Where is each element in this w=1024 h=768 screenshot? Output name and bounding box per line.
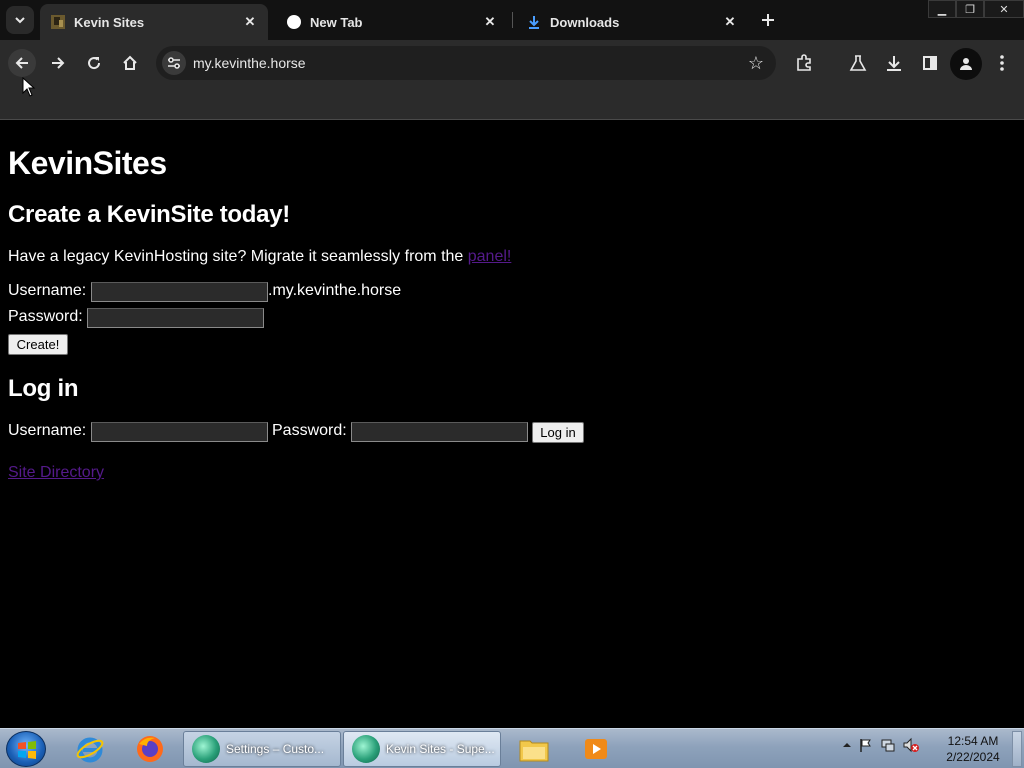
menu-button[interactable] xyxy=(990,51,1014,75)
windows-logo-icon xyxy=(18,741,36,759)
edge-dev-icon xyxy=(352,735,380,763)
home-icon xyxy=(123,55,137,70)
system-clock[interactable]: 12:54 AM 2/22/2024 xyxy=(940,733,1006,765)
tab-title: New Tab xyxy=(310,14,363,30)
tab-title: Downloads xyxy=(550,14,620,30)
taskbar-task[interactable]: Settings – Custo... xyxy=(183,731,341,767)
folder-icon xyxy=(519,740,549,762)
migrate-text: Have a legacy KevinHosting site? Migrate… xyxy=(8,248,468,265)
tab-kevin-sites[interactable]: Kevin Sites ✕ xyxy=(40,4,268,40)
kevin-sites-favicon xyxy=(51,15,65,29)
edge-dev-icon xyxy=(192,735,220,763)
clock-date: 2/22/2024 xyxy=(946,750,1000,764)
puzzle-icon xyxy=(797,54,811,71)
login-heading: Log in xyxy=(8,375,79,402)
system-tray xyxy=(842,737,920,753)
taskbar-firefox[interactable] xyxy=(124,731,176,767)
tab-downloads[interactable]: Downloads ✕ xyxy=(516,4,748,40)
windows-taskbar: Settings – Custo... Kevin Sites - Supe..… xyxy=(0,728,1024,768)
login-password-input[interactable] xyxy=(351,422,528,442)
volume-muted-icon[interactable] xyxy=(902,737,920,753)
tab-new-tab[interactable]: New Tab ✕ xyxy=(276,4,508,40)
labs-button[interactable] xyxy=(846,51,870,75)
browser-toolbar: my.kevinthe.horse ☆ xyxy=(0,40,1024,86)
internet-explorer-icon xyxy=(76,737,104,763)
more-vert-icon xyxy=(1000,55,1004,71)
create-password-input[interactable] xyxy=(87,308,264,328)
side-panel-icon xyxy=(923,56,937,70)
new-tab-button[interactable] xyxy=(756,8,780,32)
task-label: Kevin Sites - Supe... xyxy=(386,742,495,756)
create-heading: Create a KevinSite today! xyxy=(8,201,290,228)
task-label: Settings – Custo... xyxy=(226,742,325,756)
mouse-cursor-icon xyxy=(22,77,36,97)
start-button[interactable] xyxy=(6,731,46,767)
taskbar-media-player[interactable] xyxy=(570,731,622,767)
taskbar-task[interactable]: Kevin Sites - Supe... xyxy=(343,731,501,767)
side-panel-button[interactable] xyxy=(918,51,942,75)
show-hidden-icons-icon[interactable] xyxy=(842,740,852,750)
clock-time: 12:54 AM xyxy=(947,734,999,748)
address-bar[interactable]: my.kevinthe.horse ☆ xyxy=(156,46,776,80)
login-username-input[interactable] xyxy=(91,422,268,442)
create-password-label: Password: xyxy=(8,308,83,325)
bookmarks-bar xyxy=(0,86,1024,120)
tab-title: Kevin Sites xyxy=(74,14,145,30)
taskbar-ie[interactable] xyxy=(64,731,116,767)
restore-button[interactable]: ❐ xyxy=(956,0,984,18)
login-password-label: Password: xyxy=(272,422,347,439)
download-icon xyxy=(887,56,901,71)
site-title: KevinSites xyxy=(8,145,167,181)
taskbar-explorer[interactable] xyxy=(508,731,560,767)
close-tab-icon[interactable]: ✕ xyxy=(480,12,500,32)
site-info-button[interactable] xyxy=(162,51,186,75)
close-tab-icon[interactable]: ✕ xyxy=(720,12,740,32)
web-page: KevinSites Create a KevinSite today! Hav… xyxy=(0,121,1024,728)
bookmark-star-icon[interactable]: ☆ xyxy=(748,53,764,73)
window-controls: ▁ ❐ ✕ xyxy=(928,0,1024,18)
url-text: my.kevinthe.horse xyxy=(193,55,306,71)
minimize-button[interactable]: ▁ xyxy=(928,0,956,18)
forward-button[interactable] xyxy=(44,49,72,77)
create-username-label: Username: xyxy=(8,282,87,299)
close-tab-icon[interactable]: ✕ xyxy=(240,12,260,32)
tune-icon xyxy=(168,57,180,69)
site-directory-link[interactable]: Site Directory xyxy=(8,464,104,482)
login-username-label: Username: xyxy=(8,422,87,439)
downloads-button[interactable] xyxy=(882,51,906,75)
media-player-icon xyxy=(585,739,607,759)
action-center-flag-icon[interactable] xyxy=(858,737,874,753)
back-button[interactable] xyxy=(8,49,36,77)
arrow-right-icon xyxy=(52,57,65,69)
arrow-left-icon xyxy=(15,57,28,69)
domain-suffix: .my.kevinthe.horse xyxy=(268,282,402,299)
firefox-icon xyxy=(137,736,163,762)
profile-button[interactable] xyxy=(950,48,982,80)
login-button[interactable]: Log in xyxy=(532,422,584,443)
tab-search-button[interactable] xyxy=(6,6,34,34)
plus-icon xyxy=(762,14,774,26)
show-desktop-button[interactable] xyxy=(1012,731,1022,767)
home-button[interactable] xyxy=(116,49,144,77)
download-icon xyxy=(529,16,539,29)
close-window-button[interactable]: ✕ xyxy=(984,0,1024,18)
tab-separator xyxy=(512,12,513,28)
extensions-button[interactable] xyxy=(792,51,816,75)
tab-strip: Kevin Sites ✕ New Tab ✕ Downloads ✕ ▁ ❐ … xyxy=(0,0,1024,40)
chrome-favicon xyxy=(287,15,301,29)
network-icon[interactable] xyxy=(880,737,896,753)
flask-icon xyxy=(849,55,867,71)
reload-icon xyxy=(88,57,101,70)
chevron-down-icon xyxy=(15,17,25,24)
panel-link[interactable]: panel! xyxy=(468,248,512,265)
person-icon xyxy=(960,58,972,70)
create-button[interactable]: Create! xyxy=(8,334,68,355)
create-username-input[interactable] xyxy=(91,282,268,302)
migrate-paragraph: Have a legacy KevinHosting site? Migrate… xyxy=(8,248,511,266)
reload-button[interactable] xyxy=(80,49,108,77)
